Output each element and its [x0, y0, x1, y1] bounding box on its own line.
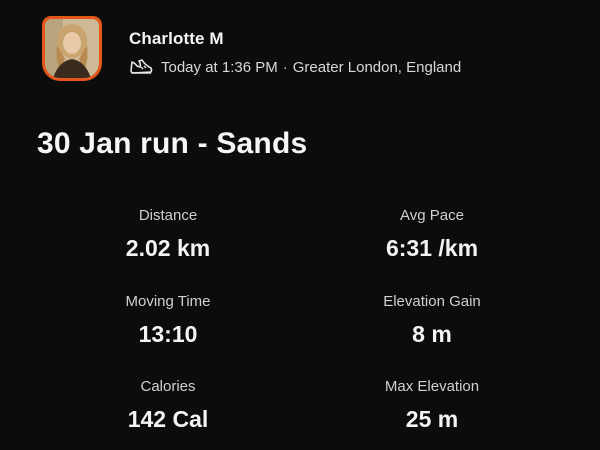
stat-value: 13:10	[138, 321, 198, 347]
stat-label: Avg Pace	[400, 207, 464, 224]
activity-header: Charlotte M Today at 1:36 PM · Greater L…	[42, 16, 580, 86]
stat-value: 2.02 km	[125, 235, 211, 261]
athlete-avatar[interactable]	[42, 16, 102, 81]
stat-label: Distance	[138, 207, 198, 224]
activity-location: Greater London, England	[292, 58, 462, 76]
activity-title[interactable]: 30 Jan run - Sands	[37, 127, 307, 161]
activity-meta: Today at 1:36 PM · Greater London, Engla…	[129, 58, 461, 76]
avatar-photo	[45, 19, 99, 78]
activity-timestamp: Today at 1:36 PM	[161, 58, 278, 76]
stat-label: Max Elevation	[384, 378, 480, 395]
stat-value: 142 Cal	[127, 406, 209, 432]
stat-value: 25 m	[405, 406, 459, 432]
stat-avg-pace: Avg Pace 6:31 /km	[302, 206, 562, 262]
stat-value: 6:31 /km	[385, 235, 479, 261]
stat-moving-time: Moving Time 13:10	[38, 292, 298, 348]
running-shoe-icon	[129, 58, 153, 76]
stat-label: Moving Time	[125, 293, 211, 310]
avatar-portrait-icon	[45, 19, 99, 78]
activity-card: Charlotte M Today at 1:36 PM · Greater L…	[0, 0, 600, 450]
stat-label: Elevation Gain	[383, 293, 481, 310]
stat-distance: Distance 2.02 km	[38, 206, 298, 262]
stat-max-elevation: Max Elevation 25 m	[302, 377, 562, 433]
stat-value: 8 m	[412, 321, 452, 347]
stat-elevation-gain: Elevation Gain 8 m	[302, 292, 562, 348]
athlete-name[interactable]: Charlotte M	[129, 29, 224, 49]
stat-label: Calories	[140, 378, 196, 395]
meta-separator: ·	[282, 58, 288, 76]
stat-calories: Calories 142 Cal	[38, 377, 298, 433]
